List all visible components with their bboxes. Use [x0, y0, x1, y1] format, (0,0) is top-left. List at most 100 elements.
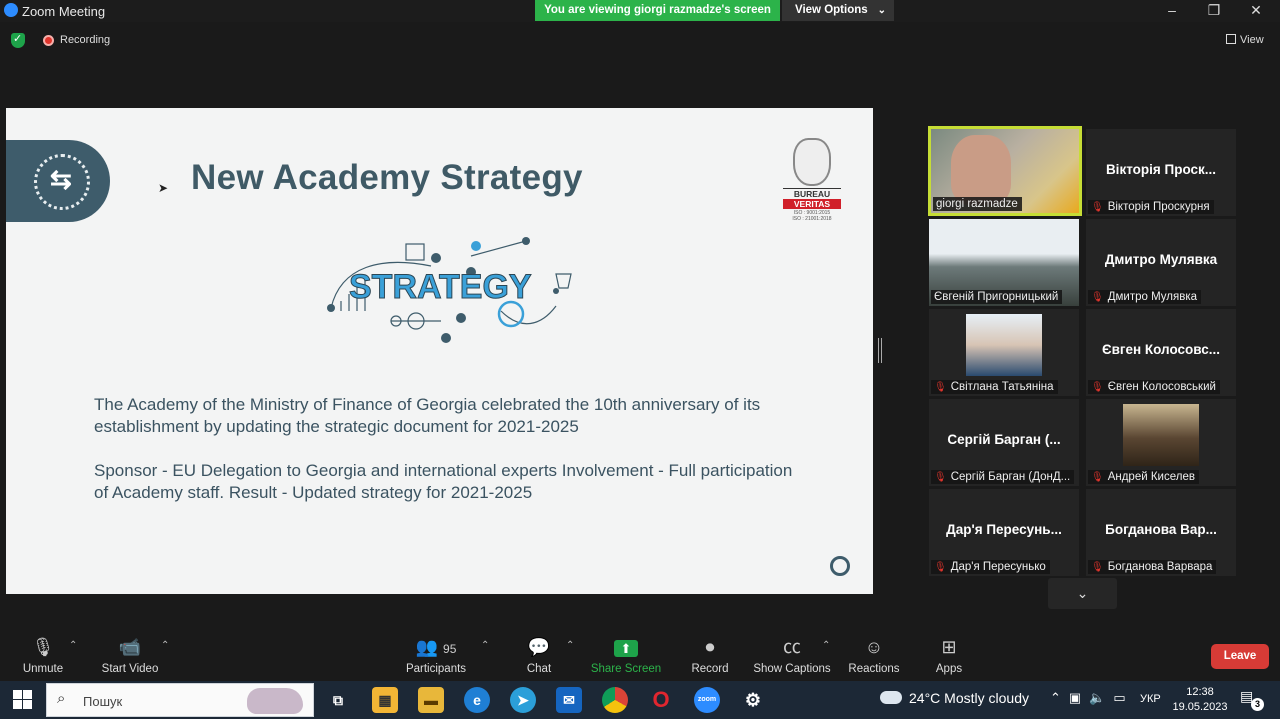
- show-captions-button[interactable]: ㏄ Show Captions ⌃: [752, 636, 832, 675]
- slide-paragraph: Sponsor - EU Delegation to Georgia and i…: [94, 461, 793, 502]
- mail-icon[interactable]: ✉: [556, 687, 582, 713]
- muted-mic-icon: 🎙: [934, 562, 947, 573]
- notifications-icon[interactable]: ▤ 3: [1240, 688, 1264, 711]
- reactions-button[interactable]: ☺ Reactions: [834, 636, 914, 675]
- shared-screen[interactable]: New Academy Strategy BUREAU VERITAS ISO …: [6, 108, 873, 594]
- participant-name: Євгеній Пригорницький: [934, 291, 1059, 303]
- video-off-icon: 📹: [118, 637, 142, 657]
- restore-button[interactable]: ❐: [1194, 0, 1234, 20]
- chevron-up-icon[interactable]: ⌃: [822, 640, 830, 651]
- participant-name: Дмитро Мулявка: [1107, 291, 1198, 303]
- view-options-button[interactable]: View Options ⌄: [782, 0, 894, 21]
- volume-icon[interactable]: 🔈: [1089, 690, 1113, 705]
- settings-gear-icon[interactable]: ⚙: [740, 687, 766, 713]
- chevron-down-icon: ⌄: [1076, 585, 1089, 601]
- zoom-app-icon: [4, 3, 18, 17]
- record-icon: ⏺: [705, 637, 715, 657]
- show-captions-label: Show Captions: [753, 663, 831, 675]
- weather-text: 24°C Mostly cloudy: [909, 690, 1029, 706]
- task-view-icon[interactable]: ⧉: [325, 687, 351, 713]
- apps-icon: ⊞: [941, 637, 957, 657]
- system-tray[interactable]: ⌃▣🔈▭: [1050, 690, 1134, 706]
- muted-mic-icon: 🎙: [1091, 472, 1104, 483]
- participant-tile[interactable]: Євгеній Пригорницький: [929, 219, 1079, 306]
- participant-tile[interactable]: Дмитро Мулявка 🎙 Дмитро Мулявка: [1086, 219, 1236, 306]
- participant-name: Богданова Варвара: [1107, 561, 1213, 573]
- participant-tile[interactable]: Дар'я Пересунь... 🎙 Дар'я Пересунько: [929, 489, 1079, 576]
- strategy-graphic: STRATEGY: [327, 237, 572, 343]
- chat-button[interactable]: 💬 Chat ⌃: [499, 636, 579, 675]
- telegram-icon[interactable]: ➤: [510, 687, 536, 713]
- unmute-button[interactable]: 🎙 Unmute ⌃: [3, 636, 83, 675]
- clock-time: 12:38: [1186, 686, 1214, 698]
- search-highlight-image: [247, 688, 303, 714]
- chevron-up-icon[interactable]: ⌃: [566, 640, 574, 651]
- video-feed: [966, 314, 1042, 376]
- participant-tile[interactable]: 🎙 Світлана Татьяніна: [929, 309, 1079, 396]
- chevron-up-icon[interactable]: ⌃: [481, 640, 489, 651]
- participants-count: 95: [443, 642, 457, 656]
- panel-splitter[interactable]: [878, 338, 882, 363]
- participants-button[interactable]: 👥 95 Participants ⌃: [396, 636, 489, 675]
- microsoft-store-icon[interactable]: ▦: [372, 687, 398, 713]
- mouse-cursor-icon: ➤: [158, 181, 169, 195]
- participant-tile[interactable]: Євген Колосовс... 🎙 Євген Колосовський: [1086, 309, 1236, 396]
- record-button[interactable]: ⏺ Record: [670, 636, 750, 675]
- share-screen-button[interactable]: ⬆ Share Screen: [586, 636, 666, 675]
- share-screen-icon: ⬆: [614, 640, 638, 657]
- participant-display-name: Сергій Барган (...: [947, 432, 1061, 447]
- battery-icon[interactable]: ▭: [1113, 690, 1133, 705]
- opera-icon[interactable]: O: [648, 687, 674, 713]
- clock-date: 19.05.2023: [1172, 701, 1228, 713]
- search-icon: ⌕: [57, 690, 66, 707]
- muted-mic-icon: 🎙: [1091, 202, 1104, 213]
- chevron-up-icon[interactable]: ⌃: [161, 640, 169, 651]
- participant-tile[interactable]: Сергій Барган (... 🎙 Сергій Барган (ДонД.…: [929, 399, 1079, 486]
- strategy-word: STRATEGY: [349, 268, 532, 306]
- bureau-veritas-logo: BUREAU VERITAS ISO : 9001:2015 ISO : 210…: [781, 138, 843, 222]
- participant-display-name: Дмитро Мулявка: [1104, 252, 1218, 267]
- start-video-button[interactable]: 📹 Start Video ⌃: [90, 636, 170, 675]
- video-feed: [1123, 404, 1199, 466]
- record-label: Record: [691, 663, 729, 675]
- apps-label: Apps: [935, 663, 963, 675]
- unmute-label: Unmute: [22, 663, 64, 675]
- edge-browser-icon[interactable]: e: [464, 687, 490, 713]
- grid-icon: [1226, 34, 1236, 44]
- participant-tile[interactable]: 🎙 Андрей Киселев: [1086, 399, 1236, 486]
- leave-button[interactable]: Leave: [1211, 644, 1269, 669]
- gallery-next-page-button[interactable]: ⌄: [1048, 578, 1117, 609]
- participant-display-name: Євген Колосовс...: [1101, 342, 1221, 357]
- muted-mic-icon: 🎙: [934, 382, 947, 393]
- window-title: Zoom Meeting: [22, 4, 106, 19]
- language-indicator[interactable]: УКР: [1140, 693, 1161, 705]
- chevron-up-icon[interactable]: ⌃: [69, 640, 77, 651]
- academy-logo-icon: [34, 154, 90, 210]
- encryption-shield-icon[interactable]: [11, 32, 25, 48]
- weather-widget[interactable]: 24°C Mostly cloudy: [880, 690, 1029, 706]
- taskbar-search-box[interactable]: ⌕ Пошук: [46, 683, 314, 717]
- viewing-screen-banner: You are viewing giorgi razmadze's screen: [535, 0, 780, 21]
- participant-name: giorgi razmadze: [936, 198, 1018, 210]
- participant-tile[interactable]: Вікторія Проск... 🎙 Вікторія Проскурня: [1086, 129, 1236, 216]
- close-button[interactable]: ✕: [1236, 0, 1276, 20]
- minimize-button[interactable]: –: [1152, 0, 1192, 20]
- chrome-icon[interactable]: [602, 687, 628, 713]
- participant-name: Вікторія Проскурня: [1107, 201, 1210, 213]
- chevron-up-icon[interactable]: ⌃: [1050, 690, 1069, 705]
- participants-label: Participants: [405, 663, 467, 675]
- recording-icon: [43, 35, 54, 46]
- zoom-taskbar-icon[interactable]: zoom: [694, 687, 720, 713]
- captions-icon: ㏄: [783, 637, 801, 657]
- windows-start-icon[interactable]: [13, 690, 32, 709]
- participant-tile[interactable]: Богданова Вар... 🎙 Богданова Варвара: [1086, 489, 1236, 576]
- camera-icon[interactable]: ▣: [1069, 690, 1089, 705]
- bureau-veritas-seal-icon: [793, 138, 831, 186]
- view-button[interactable]: View: [1226, 34, 1264, 46]
- circle-icon: [830, 556, 850, 576]
- apps-button[interactable]: ⊞ Apps: [909, 636, 989, 675]
- muted-mic-icon: 🎙: [1091, 292, 1104, 303]
- taskbar-clock[interactable]: 12:38 19.05.2023: [1172, 685, 1228, 715]
- participant-tile[interactable]: giorgi razmadze: [928, 126, 1082, 216]
- file-explorer-icon[interactable]: ▬: [418, 687, 444, 713]
